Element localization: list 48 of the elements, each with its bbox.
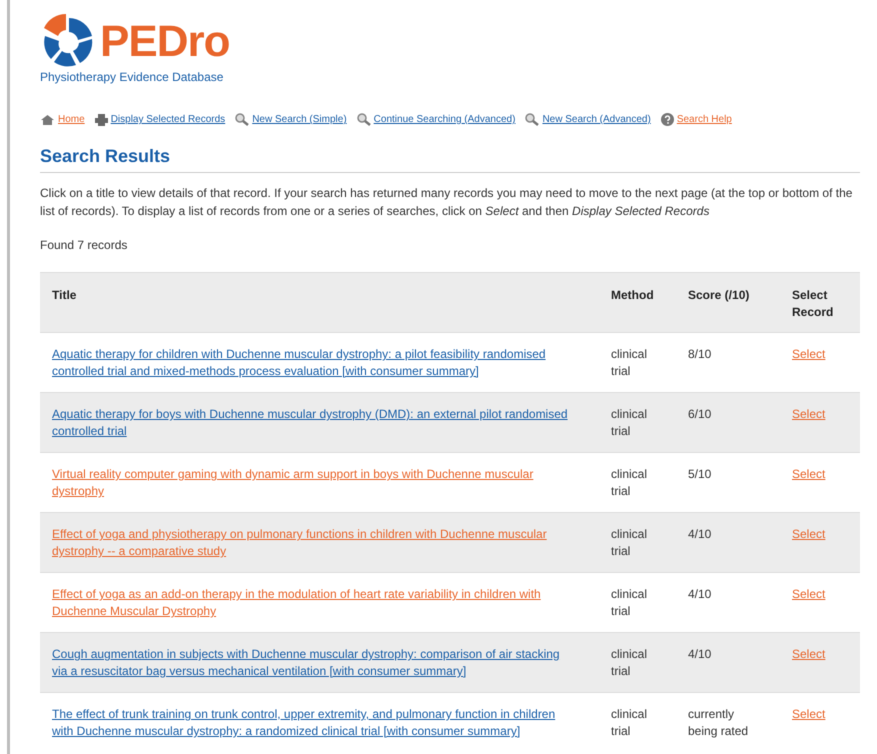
help-icon — [660, 113, 674, 126]
record-title-link[interactable]: Virtual reality computer gaming with dynamic arm support in boys with Duchenne muscular dystrophy — [52, 466, 571, 500]
select-link[interactable]: Select — [792, 407, 826, 421]
method-cell-text: clinical trial — [611, 346, 648, 380]
select-link[interactable]: Select — [792, 707, 826, 721]
column-header: Score (/10) — [688, 288, 750, 302]
search-icon — [356, 113, 371, 126]
score-cell-text: 6/10 — [688, 406, 712, 423]
method-cell-text: clinical trial — [611, 586, 648, 620]
nav-link[interactable]: Search Help — [676, 112, 732, 127]
score-cell-text: 4/10 — [688, 526, 712, 543]
nav-link[interactable]: Continue Searching (Advanced) — [374, 112, 516, 127]
score-cell-text: 8/10 — [688, 346, 712, 363]
record-title-link[interactable]: Aquatic therapy for children with Duchenne muscular dystrophy: a pilot feasibility randomised controlled trial and mixed-methods process evaluation [with consumer summary] — [52, 346, 571, 380]
select-link[interactable]: Select — [792, 467, 826, 481]
method-cell-text: clinical trial — [611, 706, 648, 740]
method-cell-text: clinical trial — [611, 406, 648, 440]
nav-link[interactable]: New Search (Simple) — [252, 112, 347, 127]
select-link[interactable]: Select — [792, 647, 826, 661]
search-icon — [235, 113, 250, 126]
record-title-link[interactable]: The effect of trunk training on trunk control, upper extremity, and pulmonary function in children with Duchenne muscular dystrophy: a randomized clinical trial [with consumer summary] — [52, 706, 571, 740]
record-title-link[interactable]: Effect of yoga as an add-on therapy in the modulation of heart rate variability in children with Duchenne Muscular Dystrophy — [52, 586, 571, 620]
method-cell-text: clinical trial — [611, 466, 648, 500]
select-link[interactable]: Select — [792, 347, 826, 361]
nav-link[interactable]: New Search (Advanced) — [542, 112, 651, 127]
page-heading: Search Results — [40, 143, 860, 173]
found-count: Found 7 records — [40, 237, 128, 254]
record-title-link[interactable]: Cough augmentation in subjects with Duchenne muscular dystrophy: comparison of air stacking via a resuscitator bag versus mechanical ventilation [with consumer summary] — [52, 646, 571, 680]
column-header: Title — [52, 288, 76, 302]
score-cell-text: currently being rated — [688, 706, 750, 740]
method-cell-text: clinical trial — [611, 646, 648, 680]
nav-link[interactable]: Home — [58, 112, 85, 127]
method-cell-text: clinical trial — [611, 526, 648, 560]
score-cell-text: 4/10 — [688, 586, 712, 603]
nav-link[interactable]: Display Selected Records — [110, 112, 226, 127]
column-header: Select Record — [792, 287, 834, 321]
column-header: Method — [611, 288, 654, 302]
home-icon — [40, 114, 55, 126]
record-title-link[interactable]: Aquatic therapy for boys with Duchenne muscular dystrophy (DMD): an external pilot randomised controlled trial — [52, 406, 571, 440]
intro-paragraph: Click on a title to view details of that record. If your search has returned many records you may need to move to the next page (at the top or bottom of the list of records). To display a list of records from one or a series of searches, click on Select and then Display Selected Records — [40, 185, 854, 220]
search-icon — [525, 113, 540, 126]
logo-tagline: Physiotherapy Evidence Database — [40, 70, 224, 84]
score-cell-text: 5/10 — [688, 466, 712, 483]
select-link[interactable]: Select — [792, 527, 826, 541]
select-link[interactable]: Select — [792, 587, 826, 601]
score-cell-text: 4/10 — [688, 646, 712, 663]
record-title-link[interactable]: Effect of yoga and physiotherapy on pulmonary functions in children with Duchenne muscular dystrophy -- a comparative study — [52, 526, 571, 560]
logo-wordmark: PEDro — [100, 20, 230, 64]
